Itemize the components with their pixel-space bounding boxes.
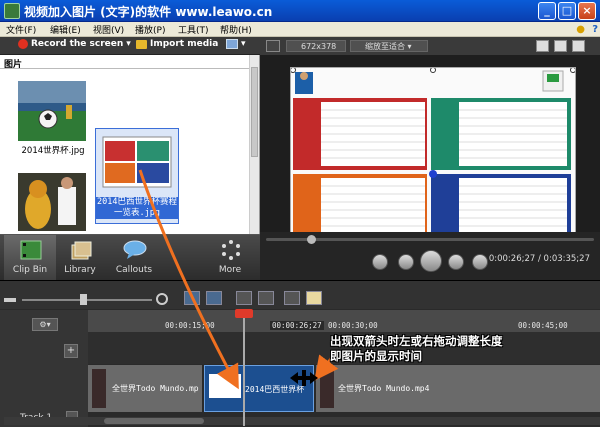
more-spinner-icon <box>222 240 240 260</box>
help-icon[interactable]: ? <box>592 24 598 35</box>
track-headers: ⚙▾ + Track 1 <box>0 310 88 427</box>
chevron-down-icon: ▾ <box>126 39 131 49</box>
undo-icon[interactable] <box>184 291 200 305</box>
crop-tool-icon[interactable] <box>554 40 567 52</box>
track-settings-gear-icon[interactable]: ⚙▾ <box>32 318 58 331</box>
clip-label: 全世界Todo Mundo.mp <box>112 384 199 393</box>
timeline-panel: ⚙▾ + Track 1 00:00:15;00 00:00:26;27 00:… <box>0 280 600 427</box>
maximize-button[interactable]: □ <box>558 2 576 20</box>
menu-edit[interactable]: 编辑(E) <box>50 23 81 36</box>
playhead-line <box>243 309 245 426</box>
title-bar: 视频加入图片 (文字)的软件 www.leawo.cn _ □ × <box>0 0 600 22</box>
add-track-button[interactable]: + <box>64 344 78 358</box>
film-icon <box>20 240 42 260</box>
annotation-line: 即图片的显示时间 <box>330 349 422 363</box>
cut-icon[interactable] <box>236 291 252 305</box>
annotation-line: 出现双箭头时左或右拖动调整长度 <box>330 334 503 348</box>
minimize-button[interactable]: _ <box>538 2 556 20</box>
view-icon <box>226 39 238 49</box>
menu-help[interactable]: 帮助(H) <box>220 23 252 36</box>
timeline-clip-image-selected[interactable]: 2014巴西世界杯 <box>204 365 314 412</box>
menu-file[interactable]: 文件(F) <box>6 23 36 36</box>
menu-view[interactable]: 视图(V) <box>93 23 124 36</box>
playback-controls: 0:00:26;27 / 0:03:35;27 <box>260 232 600 280</box>
detach-icon[interactable] <box>266 40 280 52</box>
callout-icon <box>123 240 147 259</box>
media-toolbar: Record the screen ▾ Import media ▾ <box>0 37 260 55</box>
split-icon[interactable] <box>258 291 274 305</box>
tab-library[interactable]: Library <box>54 235 106 281</box>
clip-bin-panel: 图片 2014世界杯.jpg 2014巴西世界杯赛程一览表.jpg <box>0 55 260 234</box>
zoom-dropdown[interactable]: 缩放至适合 ▾ <box>350 40 428 52</box>
ruler-label: 00:00:15;00 <box>165 321 215 330</box>
timeline-toolbar <box>0 281 600 309</box>
skip-forward-button[interactable] <box>472 254 488 270</box>
folder-icon <box>136 39 147 49</box>
clip-thumbnail-mascot[interactable] <box>18 173 86 231</box>
clip-caption: 2014世界杯.jpg <box>21 146 85 156</box>
fullscreen-icon[interactable] <box>572 40 585 52</box>
rewind-button[interactable] <box>398 254 414 270</box>
timeline-scrollbar[interactable] <box>4 417 600 425</box>
library-icon <box>71 241 92 260</box>
clip-thumb <box>92 369 106 408</box>
task-tabs: Clip Bin Library Callouts More <box>0 234 260 281</box>
timeline-ruler[interactable]: 00:00:15;00 00:00:26;27 00:00:30;00 00:0… <box>88 310 600 332</box>
ruler-label: 00:00:30;00 <box>328 321 378 330</box>
zoom-in-icon[interactable] <box>156 293 168 305</box>
copy-icon[interactable] <box>284 291 300 305</box>
clip-bin-scrollbar[interactable] <box>249 55 259 234</box>
app-icon <box>4 3 20 19</box>
fast-forward-button[interactable] <box>448 254 464 270</box>
preview-toolbar: 672x378 缩放至适合 ▾ <box>260 37 600 55</box>
ruler-label: 00:00:45;00 <box>518 321 568 330</box>
timeline-clip-video-2[interactable]: 全世界Todo Mundo.mp4 <box>316 365 600 412</box>
preview-panel: 672x378 缩放至适合 ▾ 0:00:26;27 / 0:03:35;27 <box>260 37 600 280</box>
zoom-slider-handle[interactable] <box>80 294 87 305</box>
tab-clip-bin[interactable]: Clip Bin <box>4 235 56 281</box>
timeline-clip-video-1[interactable]: 全世界Todo Mundo.mp <box>88 365 202 412</box>
hand-tool-icon[interactable] <box>536 40 549 52</box>
window-title: 视频加入图片 (文字)的软件 www.leawo.cn <box>24 5 273 19</box>
menu-tools[interactable]: 工具(T) <box>178 23 209 36</box>
zoom-slider[interactable] <box>22 299 152 301</box>
menu-bar: 文件(F) 编辑(E) 视图(V) 播放(P) 工具(T) 帮助(H) ● ? <box>0 22 600 37</box>
skip-back-button[interactable] <box>372 254 388 270</box>
clip-label: 全世界Todo Mundo.mp4 <box>338 384 430 393</box>
clip-thumb <box>320 369 334 408</box>
playhead-handle[interactable] <box>235 309 253 318</box>
time-readout: 0:00:26;27 / 0:03:35;27 <box>488 254 590 264</box>
close-button[interactable]: × <box>578 2 596 20</box>
zoom-out-icon[interactable] <box>4 298 16 302</box>
clip-thumbnail-worldcup[interactable] <box>18 81 86 141</box>
play-button[interactable] <box>420 250 442 272</box>
clip-label: 2014巴西世界杯 <box>245 385 305 394</box>
preview-canvas-schedule[interactable] <box>290 67 576 253</box>
tab-more[interactable]: More <box>204 235 256 281</box>
clip-thumbnail-schedule-selected[interactable]: 2014巴西世界杯赛程一览表.jpg <box>95 128 179 224</box>
menu-play[interactable]: 播放(P) <box>135 23 165 36</box>
record-icon <box>18 39 28 49</box>
clip-caption-selected: 2014巴西世界杯赛程一览表.jpg <box>96 197 178 219</box>
clip-thumb <box>209 374 241 398</box>
canvas-size-dropdown[interactable]: 672x378 <box>286 40 346 52</box>
scrubber-handle[interactable] <box>307 235 316 244</box>
paste-icon[interactable] <box>306 291 322 305</box>
bulb-icon[interactable]: ● <box>576 24 585 35</box>
import-media-button[interactable]: Import media <box>136 39 218 49</box>
view-options-button[interactable]: ▾ <box>226 39 246 49</box>
instruction-annotation: 出现双箭头时左或右拖动调整长度 即图片的显示时间 <box>330 334 503 364</box>
tab-callouts[interactable]: Callouts <box>108 235 160 281</box>
record-screen-button[interactable]: Record the screen ▾ <box>18 39 131 49</box>
playhead-time: 00:00:26;27 <box>270 321 324 330</box>
redo-icon[interactable] <box>206 291 222 305</box>
